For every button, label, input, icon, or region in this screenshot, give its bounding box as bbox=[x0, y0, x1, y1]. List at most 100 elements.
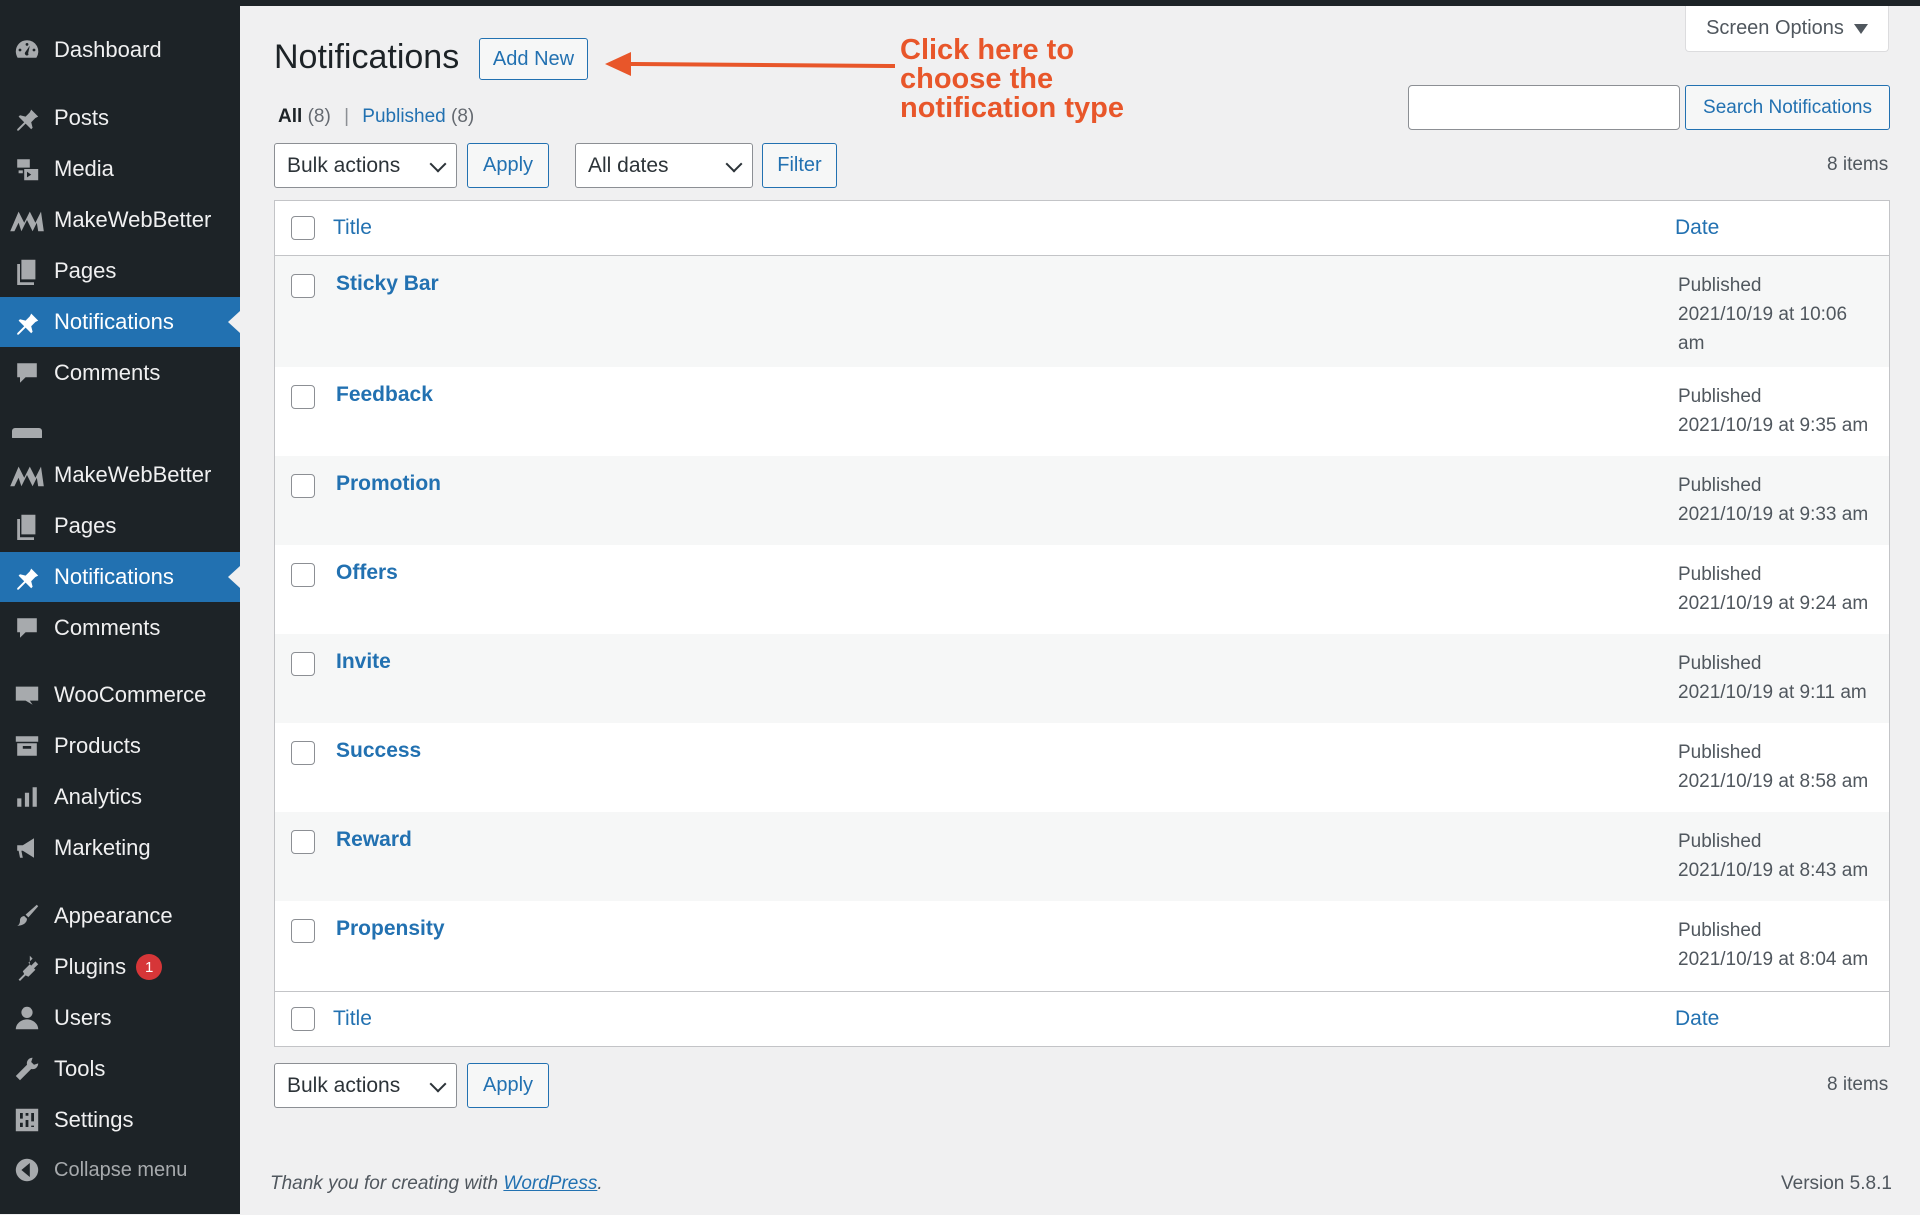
bulk-actions-value: Bulk actions bbox=[287, 153, 401, 177]
pin-icon bbox=[0, 104, 54, 132]
sidebar-item-media[interactable]: Media bbox=[0, 144, 240, 194]
column-title-footer[interactable]: Title bbox=[333, 1007, 372, 1031]
table-row: Invite Published 2021/10/19 at 9:11 am bbox=[275, 634, 1889, 723]
row-date: Published 2021/10/19 at 9:33 am bbox=[1678, 475, 1869, 525]
woocommerce-icon bbox=[0, 681, 54, 709]
sidebar-item-users[interactable]: Users bbox=[0, 993, 240, 1043]
row-checkbox[interactable] bbox=[291, 274, 315, 298]
items-count: 8 items bbox=[1827, 154, 1889, 175]
row-title-link[interactable]: Offers bbox=[336, 561, 398, 585]
update-count-badge: 1 bbox=[136, 954, 163, 980]
sidebar-item-comments[interactable]: Comments bbox=[0, 603, 240, 653]
column-title-header[interactable]: Title bbox=[333, 216, 372, 240]
sidebar-item-notifications[interactable]: Notifications bbox=[0, 297, 240, 347]
select-all-checkbox[interactable] bbox=[291, 1007, 315, 1031]
pin-icon bbox=[0, 563, 54, 591]
select-all-checkbox[interactable] bbox=[291, 216, 315, 240]
sidebar-item-label: Media bbox=[54, 156, 114, 181]
row-checkbox[interactable] bbox=[291, 652, 315, 676]
sidebar-item-makewebbetter[interactable]: MakeWebBetter bbox=[0, 450, 240, 500]
column-date-footer[interactable]: Date bbox=[1675, 1007, 1719, 1031]
table-row: Feedback Published 2021/10/19 at 9:35 am bbox=[275, 367, 1889, 456]
column-date-header[interactable]: Date bbox=[1675, 216, 1719, 240]
sidebar-item-plugins[interactable]: Plugins 1 bbox=[0, 942, 240, 992]
row-title-link[interactable]: Invite bbox=[336, 650, 391, 674]
add-new-button[interactable]: Add New bbox=[479, 38, 588, 80]
view-all-link[interactable]: All bbox=[278, 106, 302, 127]
row-title-link[interactable]: Sticky Bar bbox=[336, 272, 439, 296]
sidebar-item-comments[interactable]: Comments bbox=[0, 348, 240, 398]
settings-sliders-icon bbox=[0, 1106, 54, 1134]
sidebar-item-label: Settings bbox=[54, 1107, 134, 1132]
sidebar-item-label: Notifications bbox=[54, 564, 174, 589]
row-title-link[interactable]: Promotion bbox=[336, 472, 441, 496]
sidebar-item-label: Products bbox=[54, 733, 141, 758]
row-date: Published 2021/10/19 at 8:04 am bbox=[1678, 920, 1869, 970]
wrench-icon bbox=[0, 1055, 54, 1083]
table-header: Title Date bbox=[275, 201, 1889, 256]
row-checkbox[interactable] bbox=[291, 919, 315, 943]
sidebar-item-dashboard[interactable]: Dashboard bbox=[0, 25, 240, 75]
sidebar-item-pages[interactable]: Pages bbox=[0, 246, 240, 296]
sidebar-item-label: Pages bbox=[54, 513, 117, 538]
items-count-bottom: 8 items bbox=[1827, 1074, 1889, 1095]
sidebar-item-products[interactable]: Products bbox=[0, 721, 240, 771]
sidebar-item-label: Pages bbox=[54, 258, 117, 283]
row-checkbox[interactable] bbox=[291, 385, 315, 409]
sidebar-item-tools[interactable]: Tools bbox=[0, 1044, 240, 1094]
row-title-link[interactable]: Feedback bbox=[336, 383, 433, 407]
row-date: Published 2021/10/19 at 8:43 am bbox=[1678, 831, 1869, 881]
row-title-link[interactable]: Reward bbox=[336, 828, 412, 852]
sidebar-item-analytics[interactable]: Analytics bbox=[0, 772, 240, 822]
row-date: Published 2021/10/19 at 9:11 am bbox=[1678, 653, 1867, 703]
filter-button[interactable]: Filter bbox=[762, 143, 837, 188]
view-all-count: (8) bbox=[307, 106, 331, 127]
collapse-menu-button[interactable]: Collapse menu bbox=[0, 1145, 240, 1195]
table-row: Success Published 2021/10/19 at 8:58 am bbox=[275, 723, 1889, 812]
chevron-down-icon bbox=[429, 1075, 447, 1093]
bulk-actions-value: Bulk actions bbox=[287, 1073, 401, 1097]
sidebar-item-appearance[interactable]: Appearance bbox=[0, 891, 240, 941]
bulk-actions-select[interactable]: Bulk actions bbox=[274, 143, 457, 188]
screen-options-button[interactable]: Screen Options bbox=[1685, 6, 1889, 52]
wordpress-link[interactable]: WordPress bbox=[503, 1173, 597, 1194]
sidebar-item-woocommerce[interactable]: WooCommerce bbox=[0, 670, 240, 720]
row-checkbox[interactable] bbox=[291, 474, 315, 498]
table-row: Promotion Published 2021/10/19 at 9:33 am bbox=[275, 456, 1889, 545]
apply-button[interactable]: Apply bbox=[467, 143, 549, 188]
row-checkbox[interactable] bbox=[291, 741, 315, 765]
sidebar-item-label: Appearance bbox=[54, 903, 173, 928]
row-checkbox[interactable] bbox=[291, 830, 315, 854]
dates-filter-select[interactable]: All dates bbox=[575, 143, 753, 188]
row-title-link[interactable]: Propensity bbox=[336, 917, 445, 941]
view-filters: All (8) | Published (8) bbox=[278, 106, 474, 128]
screen-options-label: Screen Options bbox=[1706, 17, 1844, 39]
sidebar-item-notifications[interactable]: Notifications bbox=[0, 552, 240, 602]
search-input[interactable] bbox=[1408, 85, 1680, 130]
sidebar-item-settings[interactable]: Settings bbox=[0, 1095, 240, 1145]
footer-thanks-suffix: . bbox=[597, 1173, 603, 1194]
bulk-actions-select-bottom[interactable]: Bulk actions bbox=[274, 1063, 457, 1108]
search-notifications-button[interactable]: Search Notifications bbox=[1685, 85, 1890, 130]
dates-filter-value: All dates bbox=[588, 153, 669, 177]
row-title-link[interactable]: Success bbox=[336, 739, 421, 763]
sidebar-item-label: Comments bbox=[54, 360, 161, 385]
comment-icon bbox=[0, 614, 54, 642]
sidebar-item-label: Dashboard bbox=[54, 37, 162, 62]
apply-button-bottom[interactable]: Apply bbox=[467, 1063, 549, 1108]
view-published-link[interactable]: Published bbox=[362, 106, 445, 127]
table-footer: Title Date bbox=[275, 991, 1889, 1046]
sidebar-item-pages[interactable]: Pages bbox=[0, 501, 240, 551]
main-content: Screen Options Notifications Add New Cli… bbox=[240, 6, 1920, 1214]
makewebbetter-logo-icon bbox=[0, 461, 54, 489]
sidebar-item-makewebbetter[interactable]: MakeWebBetter bbox=[0, 195, 240, 245]
row-date: Published 2021/10/19 at 8:58 am bbox=[1678, 742, 1869, 792]
sidebar-item-label: Collapse menu bbox=[54, 1158, 188, 1181]
row-checkbox[interactable] bbox=[291, 563, 315, 587]
sidebar-item-label: Comments bbox=[54, 615, 161, 640]
sidebar-item-label: Posts bbox=[54, 105, 110, 130]
sidebar-item-posts[interactable]: Posts bbox=[0, 93, 240, 143]
dashboard-icon bbox=[0, 36, 54, 64]
sidebar-item-marketing[interactable]: Marketing bbox=[0, 823, 240, 873]
caret-down-icon bbox=[1853, 23, 1868, 34]
